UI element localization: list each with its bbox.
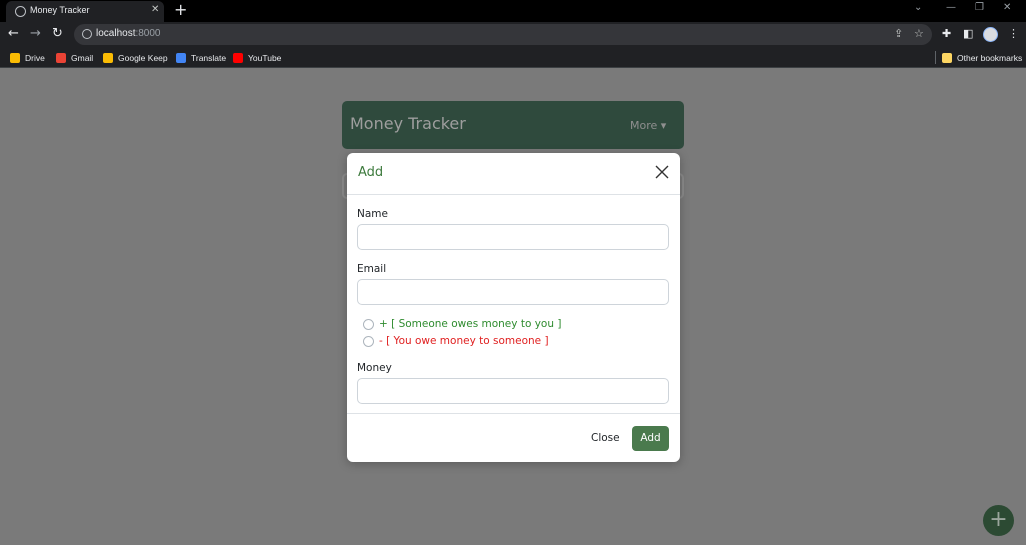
restore-icon[interactable]: ❐ [975, 2, 984, 13]
modal-header: Add [347, 153, 680, 195]
address-bar[interactable]: localhost:8000 ⇪ ☆ [74, 24, 932, 45]
bookmark-label: YouTube [248, 52, 282, 63]
radio-owed-label: + [ Someone owes money to you ] [379, 318, 562, 330]
keep-icon [103, 52, 113, 63]
app-title: Money Tracker [350, 114, 466, 133]
bookmark-youtube[interactable]: YouTube [233, 51, 281, 64]
radio-owed-option[interactable]: + [ Someone owes money to you ] [363, 317, 561, 331]
radio-owed[interactable] [363, 318, 374, 330]
close-icon[interactable] [655, 165, 669, 179]
bookmarks-bar: Drive Gmail Google Keep Translate YouTub… [0, 47, 1026, 68]
share-icon[interactable]: ⇪ [894, 27, 903, 40]
bookmark-gmail[interactable]: Gmail [56, 51, 93, 64]
translate-icon [176, 52, 186, 63]
browser-toolbar: ← → ↻ localhost:8000 ⇪ ☆ ✚ ◧ ⋮ [0, 22, 1026, 47]
tab-search-icon[interactable]: ⌄ [914, 2, 922, 13]
radio-owe-label: - [ You owe money to someone ] [379, 335, 549, 347]
window-close-icon[interactable]: ✕ [1003, 2, 1011, 13]
url-text: localhost:8000 [96, 28, 161, 39]
browser-tab-bar: Money Tracker ✕ + ⌄ — ❐ ✕ [0, 0, 1026, 22]
modal-footer: Close Add [347, 413, 680, 462]
bookmark-translate[interactable]: Translate [176, 51, 226, 64]
radio-owe[interactable] [363, 335, 374, 347]
globe-icon [15, 6, 26, 17]
app-navbar: Money Tracker More ▾ [342, 101, 684, 149]
folder-icon [942, 52, 952, 63]
money-input[interactable] [357, 378, 669, 404]
side-panel-icon[interactable]: ◧ [963, 27, 973, 40]
bookmark-label: Translate [191, 52, 227, 63]
money-label: Money [357, 362, 392, 374]
name-label: Name [357, 208, 388, 220]
add-fab-button[interactable]: + [983, 505, 1014, 536]
add-button[interactable]: Add [632, 426, 669, 451]
bookmark-label: Drive [25, 52, 45, 63]
new-tab-button[interactable]: + [174, 1, 187, 19]
reload-icon[interactable]: ↻ [52, 26, 63, 42]
drive-icon [10, 52, 20, 63]
name-input[interactable] [357, 224, 669, 250]
gmail-icon [56, 52, 66, 63]
close-button[interactable]: Close [591, 432, 620, 444]
back-icon[interactable]: ← [8, 26, 19, 42]
tab-close-icon[interactable]: ✕ [151, 4, 159, 15]
radio-owe-option[interactable]: - [ You owe money to someone ] [363, 334, 549, 348]
youtube-icon [233, 52, 243, 63]
tab-title: Money Tracker [30, 5, 90, 15]
bookmarks-divider [935, 51, 936, 64]
add-modal: Add Name Email + [ Someone owes money to… [347, 153, 680, 462]
more-dropdown[interactable]: More ▾ [630, 119, 666, 132]
bookmark-star-icon[interactable]: ☆ [914, 27, 924, 40]
forward-icon[interactable]: → [30, 26, 41, 42]
modal-title: Add [358, 165, 384, 180]
site-info-icon[interactable] [82, 29, 92, 39]
profile-avatar[interactable] [983, 27, 998, 42]
menu-kebab-icon[interactable]: ⋮ [1008, 27, 1019, 40]
minimize-icon[interactable]: — [946, 2, 956, 13]
bookmark-label: Other bookmarks [957, 52, 1023, 63]
bookmark-label: Gmail [71, 52, 94, 63]
bookmark-label: Google Keep [118, 52, 168, 63]
bookmark-google-keep[interactable]: Google Keep [103, 51, 168, 64]
caret-down-icon: ▾ [660, 119, 667, 132]
extensions-icon[interactable]: ✚ [942, 27, 951, 40]
email-input[interactable] [357, 279, 669, 305]
browser-tab[interactable]: Money Tracker ✕ [6, 1, 164, 22]
email-label: Email [357, 263, 387, 275]
bookmark-other[interactable]: Other bookmarks [942, 51, 1022, 64]
bookmark-drive[interactable]: Drive [10, 51, 45, 64]
